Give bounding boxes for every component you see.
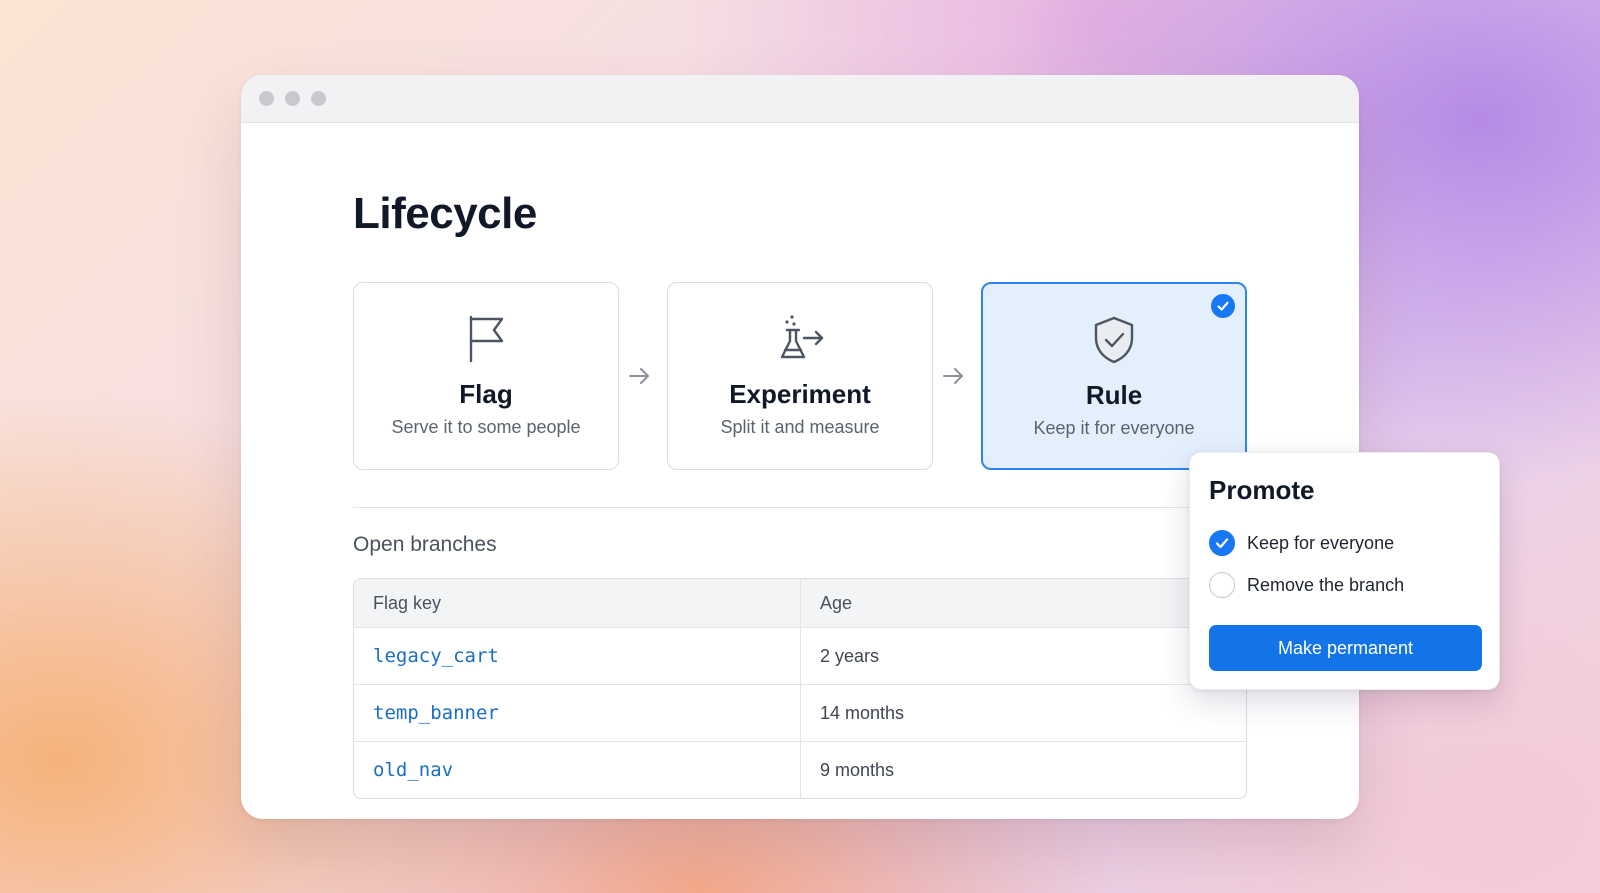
window-minimize-dot[interactable] xyxy=(285,91,300,106)
option-label: Remove the branch xyxy=(1247,574,1405,595)
stage-card-flag[interactable]: Flag Serve it to some people xyxy=(353,282,619,470)
stage-card-experiment[interactable]: Experiment Split it and measure xyxy=(667,282,933,470)
promote-popover: Promote Keep for everyone Remove the bra… xyxy=(1189,452,1500,690)
stage-description: Keep it for everyone xyxy=(1033,418,1195,438)
page-title: Lifecycle xyxy=(353,189,537,238)
open-branches-heading: Open branches xyxy=(353,533,497,556)
option-label: Keep for everyone xyxy=(1247,532,1395,553)
title-bar xyxy=(241,75,1359,123)
popover-title: Promote xyxy=(1209,475,1315,505)
table-row[interactable]: temp_banner 14 months xyxy=(354,684,1246,741)
shield-check-icon xyxy=(1088,314,1140,366)
flag-key-cell[interactable]: old_nav xyxy=(354,742,801,798)
arrow-right-icon xyxy=(941,366,965,386)
age-cell: 9 months xyxy=(820,759,895,780)
lifecycle-stages: Flag Serve it to some people Experiment … xyxy=(353,282,1247,472)
make-permanent-button[interactable]: Make permanent xyxy=(1209,625,1482,671)
radio-checked-icon[interactable] xyxy=(1209,530,1235,556)
flag-key-cell[interactable]: legacy_cart xyxy=(354,628,801,684)
table-header-row: Flag key Age xyxy=(354,579,1246,627)
stage-name: Experiment xyxy=(729,379,871,409)
stage-card-rule[interactable]: Rule Keep it for everyone xyxy=(981,282,1247,470)
column-header-age: Age xyxy=(820,592,853,613)
age-cell: 2 years xyxy=(820,645,880,666)
selected-check-icon xyxy=(1211,294,1235,318)
section-divider xyxy=(353,507,1247,508)
flask-arrow-icon xyxy=(774,313,826,365)
table-row[interactable]: old_nav 9 months xyxy=(354,741,1246,798)
option-remove-the-branch[interactable]: Remove the branch xyxy=(1209,572,1404,598)
app-window: Lifecycle Flag Serve it to some people E… xyxy=(241,75,1359,819)
open-branches-table: Flag key Age legacy_cart 2 years temp_ba… xyxy=(353,578,1247,799)
stage-description: Serve it to some people xyxy=(391,417,581,437)
flag-key-cell[interactable]: temp_banner xyxy=(354,685,801,741)
arrow-right-icon xyxy=(627,366,651,386)
radio-unchecked-icon[interactable] xyxy=(1209,572,1235,598)
window-zoom-dot[interactable] xyxy=(311,91,326,106)
window-close-dot[interactable] xyxy=(259,91,274,106)
table-row[interactable]: legacy_cart 2 years xyxy=(354,627,1246,684)
stage-name: Rule xyxy=(1085,380,1143,410)
stage-name: Flag xyxy=(459,379,513,409)
stage-description: Split it and measure xyxy=(720,417,880,437)
flag-icon xyxy=(460,313,512,365)
age-cell: 14 months xyxy=(820,702,905,723)
option-keep-for-everyone[interactable]: Keep for everyone xyxy=(1209,530,1394,556)
column-header-flag-key: Flag key xyxy=(354,579,801,627)
